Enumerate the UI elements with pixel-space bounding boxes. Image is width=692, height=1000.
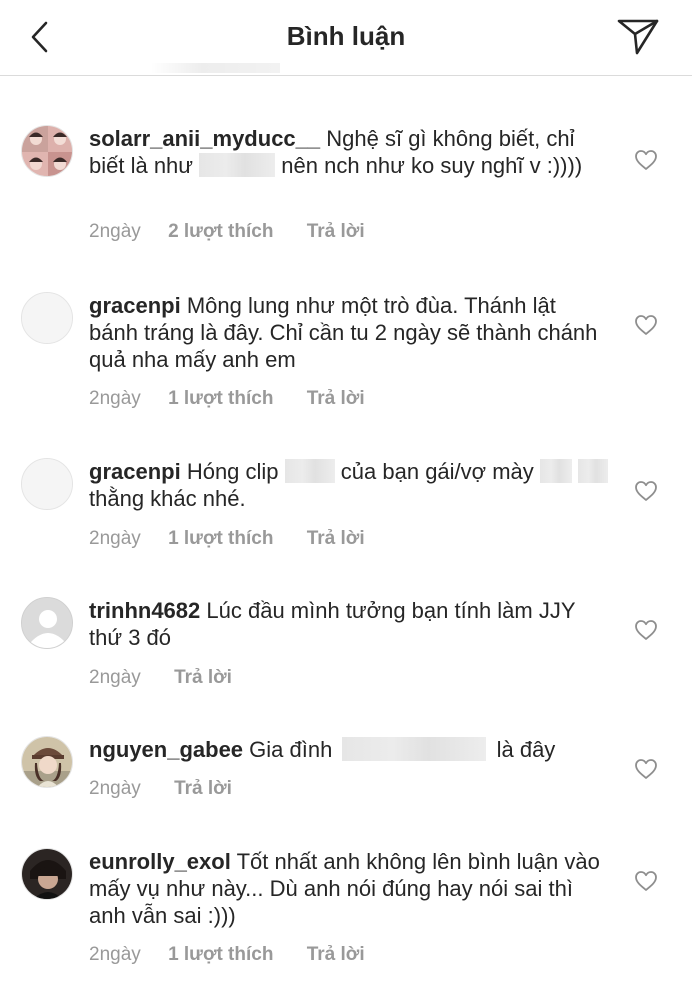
censored-text (284, 459, 335, 483)
profile-photo (22, 849, 72, 899)
comment-body: nên nch như ko suy nghĩ v :)))) (281, 153, 583, 178)
reply-button[interactable]: Trả lời (307, 221, 365, 243)
comment-body: của bạn gái/vợ mày (340, 459, 534, 484)
avatar[interactable] (21, 736, 73, 788)
comment-meta: 2ngày 2 lượt thích Trả lời (89, 221, 365, 243)
reply-button[interactable]: Trả lời (307, 944, 365, 966)
comment-meta: 2ngày 1 lượt thích Trả lời (89, 388, 365, 410)
page-title: Bình luận (286, 21, 406, 51)
heart-icon (635, 871, 657, 891)
blank-profile-photo (22, 459, 72, 509)
like-button[interactable] (634, 480, 658, 502)
comment-username[interactable]: solarr_anii_myducc__ (89, 126, 320, 151)
likes-count[interactable]: 1 lượt thích (168, 944, 273, 966)
comment-meta: 2ngày 1 lượt thích Trả lời (89, 944, 365, 966)
comment-time: 2ngày (89, 667, 141, 688)
comment-time: 2ngày (89, 221, 141, 242)
comment-meta: 2ngày 1 lượt thích Trả lời (89, 528, 365, 550)
like-button[interactable] (634, 870, 658, 892)
comment-username[interactable]: eunrolly_exol (89, 849, 231, 874)
avatar[interactable] (21, 292, 73, 344)
censored-text (578, 459, 609, 483)
comment-meta: 2ngày Trả lời (89, 778, 232, 800)
share-button[interactable] (614, 16, 662, 56)
comment-text: trinhn4682 Lúc đầu mình tưởng bạn tính l… (89, 597, 609, 651)
comment-body: Hóng clip (186, 459, 279, 484)
heart-icon (635, 759, 657, 779)
heart-icon (635, 315, 657, 335)
censored-text (199, 153, 276, 177)
like-button[interactable] (634, 314, 658, 336)
avatar[interactable] (21, 458, 73, 510)
comment-body: là đây (496, 737, 556, 762)
scrolled-content-remnant (150, 63, 280, 73)
avatar[interactable] (21, 848, 73, 900)
comment-text: nguyen_gabee Gia đình là đây (89, 736, 609, 763)
comment-time: 2ngày (89, 778, 141, 799)
comment-username[interactable]: trinhn4682 (89, 598, 200, 623)
heart-icon (635, 620, 657, 640)
paper-plane-icon (617, 19, 659, 55)
comment-time: 2ngày (89, 944, 141, 965)
top-bar: Bình luận (0, 0, 692, 76)
comment-text: solarr_anii_myducc__ Nghệ sĩ gì không bi… (89, 125, 609, 179)
reply-button[interactable]: Trả lời (174, 667, 232, 689)
reply-button[interactable]: Trả lời (174, 778, 232, 800)
reply-button[interactable]: Trả lời (307, 388, 365, 410)
comment-username[interactable]: gracenpi (89, 459, 181, 484)
comment-meta: 2ngày Trả lời (89, 667, 232, 689)
like-button[interactable] (634, 758, 658, 780)
reply-button[interactable]: Trả lời (307, 528, 365, 550)
default-person-icon (22, 598, 72, 648)
comment-text: gracenpi Hóng clip của bạn gái/vợ mày th… (89, 458, 609, 512)
comment-username[interactable]: nguyen_gabee (89, 737, 243, 762)
avatar[interactable] (21, 125, 73, 177)
avatar[interactable] (21, 597, 73, 649)
comment-time: 2ngày (89, 388, 141, 409)
comment-body: Gia đình (249, 737, 333, 762)
heart-icon (635, 481, 657, 501)
likes-count[interactable]: 1 lượt thích (168, 528, 273, 550)
blank-profile-photo (22, 293, 72, 343)
likes-count[interactable]: 1 lượt thích (168, 388, 273, 410)
profile-photo (22, 737, 72, 787)
comment-time: 2ngày (89, 528, 141, 549)
comment-username[interactable]: gracenpi (89, 293, 181, 318)
comment-list: solarr_anii_myducc__ Nghệ sĩ gì không bi… (0, 76, 692, 1000)
censored-text (342, 737, 487, 761)
like-button[interactable] (634, 619, 658, 641)
like-button[interactable] (634, 149, 658, 171)
comment-text: gracenpi Mông lung như một trò đùa. Thán… (89, 292, 609, 373)
likes-count[interactable]: 2 lượt thích (168, 221, 273, 243)
profile-photo (22, 126, 72, 176)
comment-body: thằng khác nhé. (89, 486, 246, 511)
comment-text: eunrolly_exol Tốt nhất anh không lên bìn… (89, 848, 609, 929)
heart-icon (635, 150, 657, 170)
censored-text (539, 459, 572, 483)
